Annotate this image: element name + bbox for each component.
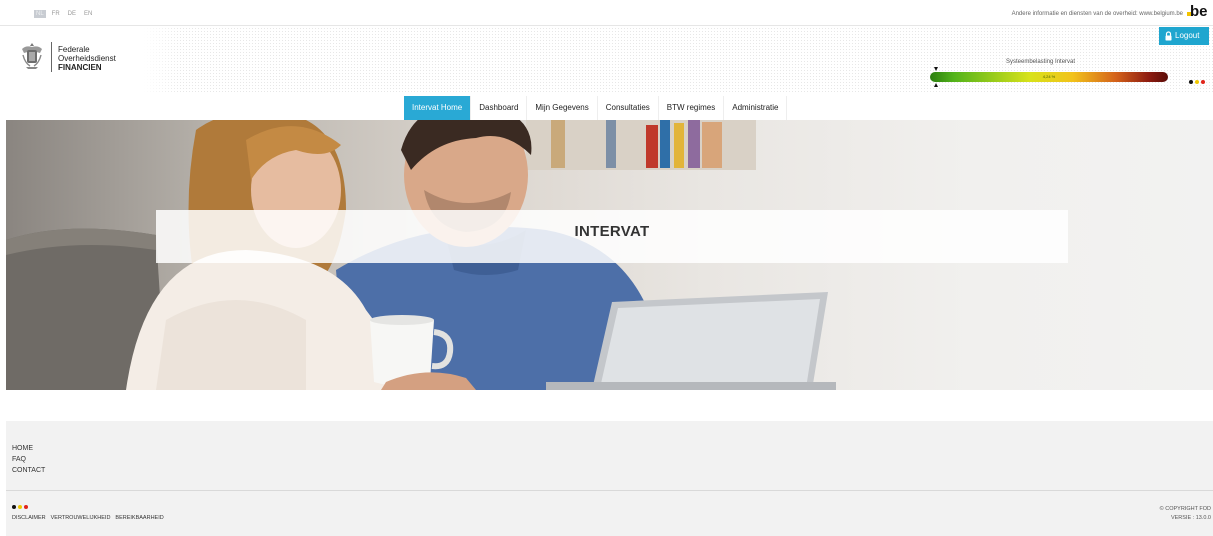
lock-icon <box>1165 31 1172 41</box>
main-navigation: Intervat Home Dashboard Mijn Gegevens Co… <box>404 96 788 120</box>
disclaimer-link[interactable]: DISCLAIMER <box>12 515 46 521</box>
copyright-block: © COPYRIGHT FOD VERSIE : 13.0.0 <box>1160 505 1211 523</box>
system-load-label: Systeembelasting Intervat <box>1006 59 1076 65</box>
belgian-crest-icon[interactable] <box>20 41 44 71</box>
org-line-3: FINANCIEN <box>58 63 102 72</box>
tab-dashboard[interactable]: Dashboard <box>471 96 528 120</box>
logout-button[interactable]: Logout <box>1159 27 1209 45</box>
hero-image: INTERVAT <box>6 120 1213 390</box>
government-info-link[interactable]: Andere informatie en diensten van de ove… <box>1012 11 1183 17</box>
footer-divider <box>6 490 1213 491</box>
org-line-1: Federale <box>58 45 90 54</box>
tab-administratie[interactable]: Administratie <box>724 96 788 120</box>
hero-banner: INTERVAT <box>156 210 1068 263</box>
footer-links: HOME FAQ CONTACT <box>12 443 45 476</box>
legal-links: DISCLAIMER VERTROUWELIJKHEID BEREIKBAARH… <box>12 515 164 521</box>
copyright-text: © COPYRIGHT FOD <box>1159 506 1211 512</box>
accessibility-link[interactable]: BEREIKBAARHEID <box>115 515 163 521</box>
org-line-2: Overheidsdienst <box>58 54 116 63</box>
hero-title: INTERVAT <box>574 223 650 240</box>
load-marker-icon <box>934 67 938 87</box>
tab-btw-regimes[interactable]: BTW regimes <box>658 96 725 120</box>
system-load-value: 4,24 % <box>1042 74 1056 79</box>
organization-name[interactable]: Federale Overheidsdienst FINANCIEN <box>58 45 116 72</box>
language-fr[interactable]: FR <box>50 10 62 18</box>
tab-mijn-gegevens[interactable]: Mijn Gegevens <box>527 96 598 120</box>
tab-consultaties[interactable]: Consultaties <box>597 96 659 120</box>
tab-intervat-home[interactable]: Intervat Home <box>404 96 472 120</box>
footer-link-faq[interactable]: FAQ <box>12 454 45 465</box>
footer-link-contact[interactable]: CONTACT <box>12 465 45 476</box>
belgium-be-logo[interactable]: be <box>1187 4 1209 20</box>
site-header: Federale Overheidsdienst FINANCIEN Logou… <box>0 27 1213 93</box>
logout-label: Logout <box>1175 31 1200 40</box>
language-de[interactable]: DE <box>66 10 78 18</box>
header-divider <box>51 42 52 72</box>
footer-link-home[interactable]: HOME <box>12 443 45 454</box>
system-load-bar: 4,24 % <box>930 72 1168 82</box>
be-logo-text: be <box>1190 3 1208 20</box>
language-nl[interactable]: NL <box>34 10 46 18</box>
privacy-link[interactable]: VERTROUWELIJKHEID <box>51 515 111 521</box>
language-en[interactable]: EN <box>82 10 94 18</box>
version-text: VERSIE : 13.0.0 <box>1170 515 1211 521</box>
top-bar: NL FR DE EN Andere informatie en dienste… <box>0 0 1213 26</box>
language-switcher: NL FR DE EN <box>34 10 94 18</box>
flag-dots-icon <box>1189 80 1205 84</box>
site-footer: HOME FAQ CONTACT DISCLAIMER VERTROUWELIJ… <box>6 421 1213 536</box>
flag-dots-icon <box>12 505 28 509</box>
